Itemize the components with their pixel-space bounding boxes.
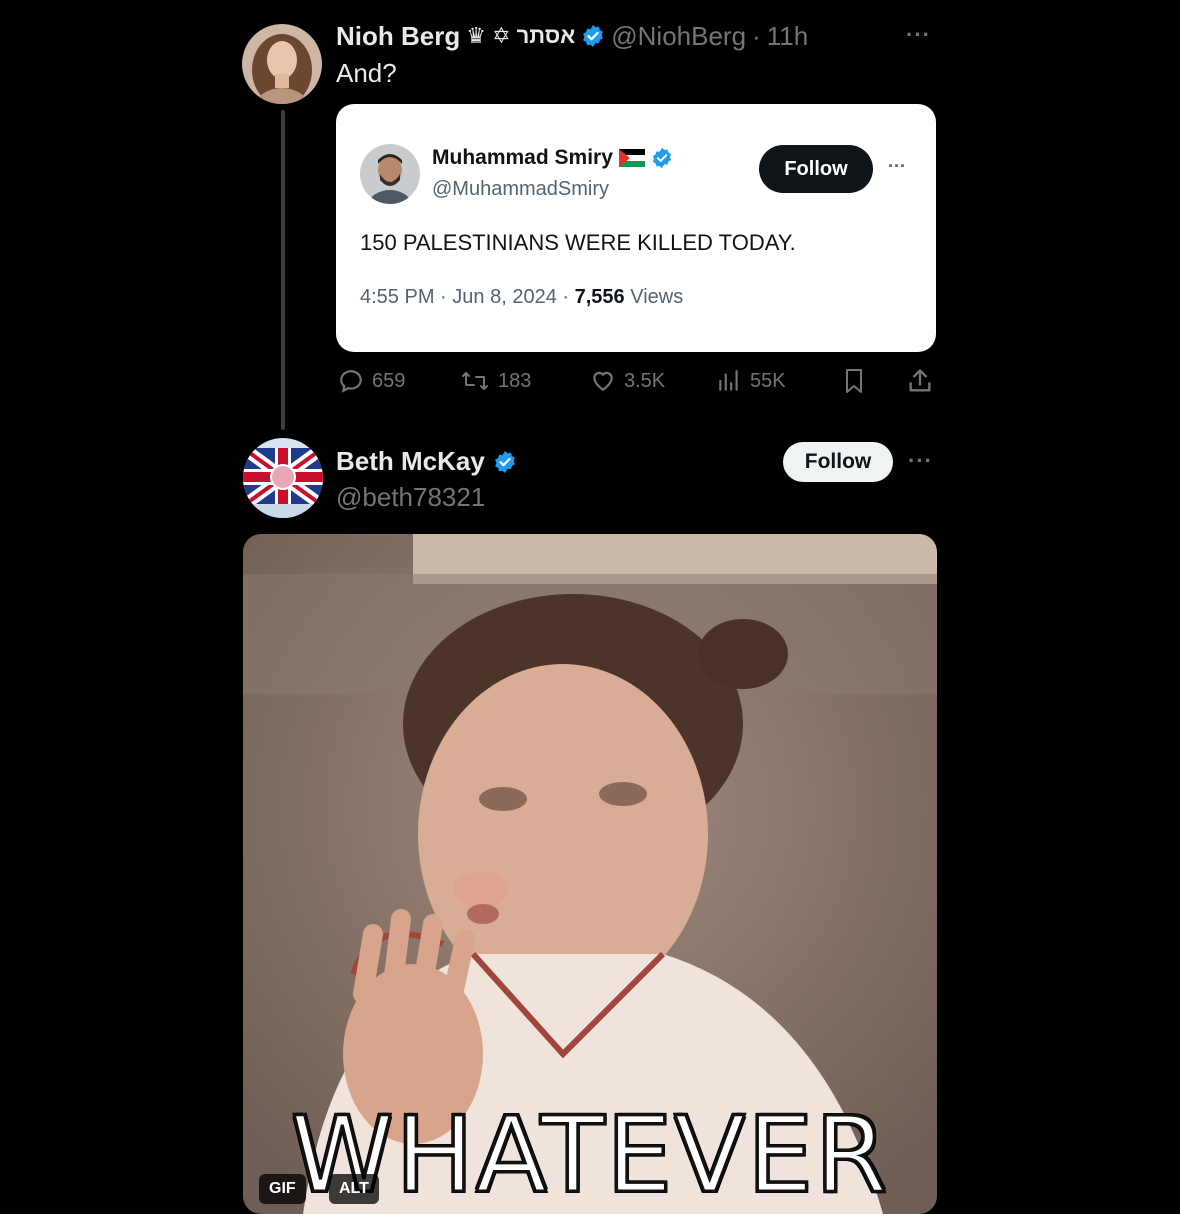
quoted-tweet-text: 150 PALESTINIANS WERE KILLED TODAY. <box>360 230 796 255</box>
muhammad-smiry-avatar[interactable] <box>360 144 420 204</box>
share-icon <box>909 369 931 392</box>
quoted-handle[interactable]: @MuhammadSmiry <box>432 178 609 201</box>
more-options-icon[interactable]: ··· <box>906 22 931 48</box>
quoted-name-row: Muhammad Smiry <box>432 146 673 170</box>
analytics-icon <box>719 370 738 391</box>
verified-badge-icon <box>652 147 671 169</box>
handle[interactable]: @NiohBerg <box>611 21 746 52</box>
follow-button[interactable]: Follow <box>783 442 893 482</box>
beth-mckay-avatar[interactable] <box>243 438 323 518</box>
separator-dot: · <box>440 286 447 308</box>
views-action[interactable]: 55K <box>716 366 786 396</box>
separator-dot: · <box>562 286 570 308</box>
tweet-header: Nioh Berg ♛ ✡ אסתר @NiohBerg · 11h <box>336 20 808 52</box>
verified-badge-icon <box>494 450 515 473</box>
like-action[interactable]: 3.5K <box>590 366 665 396</box>
reply-count: 659 <box>372 369 406 392</box>
like-icon <box>593 371 613 391</box>
gif-media[interactable]: WHATEVER GIF ALT <box>243 534 937 1214</box>
more-options-icon[interactable]: ··· <box>908 448 933 474</box>
more-options-icon[interactable]: ··· <box>888 156 906 177</box>
tweet-text: And? <box>336 58 397 88</box>
repost-action[interactable]: 183 <box>460 366 531 396</box>
handle[interactable]: @beth78321 <box>336 482 485 513</box>
bookmark-icon <box>846 369 862 393</box>
quoted-time[interactable]: 4:55 PM <box>360 286 434 308</box>
quoted-display-name[interactable]: Muhammad Smiry <box>432 146 613 170</box>
display-name[interactable]: Beth McKay <box>336 446 485 477</box>
timestamp[interactable]: 11h <box>767 21 808 52</box>
like-count: 3.5K <box>624 369 666 392</box>
bookmark-action[interactable] <box>842 366 866 396</box>
quoted-tweet-card[interactable]: Muhammad Smiry @MuhammadSmiry Follow ···… <box>336 104 936 352</box>
separator-dot: · <box>752 20 761 51</box>
quoted-date[interactable]: Jun 8, 2024 <box>452 286 557 308</box>
follow-button[interactable]: Follow <box>759 145 873 193</box>
views-count: 55K <box>750 369 786 392</box>
palestine-flag-icon <box>618 149 645 167</box>
share-action[interactable] <box>906 366 934 396</box>
display-name[interactable]: Nioh Berg <box>336 21 460 52</box>
repost-icon <box>462 372 488 390</box>
repost-count: 183 <box>498 369 532 392</box>
name-symbols: ♛ ✡ אסתר <box>466 23 576 48</box>
views-count: 7,556 <box>574 286 625 308</box>
reply-icon <box>340 370 362 393</box>
nioh-berg-avatar[interactable] <box>242 24 322 104</box>
tweet2-name-row: Beth McKay <box>336 446 517 477</box>
verified-badge-icon <box>583 25 604 47</box>
reply-action[interactable]: 659 <box>338 366 405 396</box>
thread-connector-line <box>281 110 285 430</box>
quoted-meta-row: 4:55 PM · Jun 8, 2024 · 7,556 Views <box>360 286 683 309</box>
views-label: Views <box>630 286 684 308</box>
